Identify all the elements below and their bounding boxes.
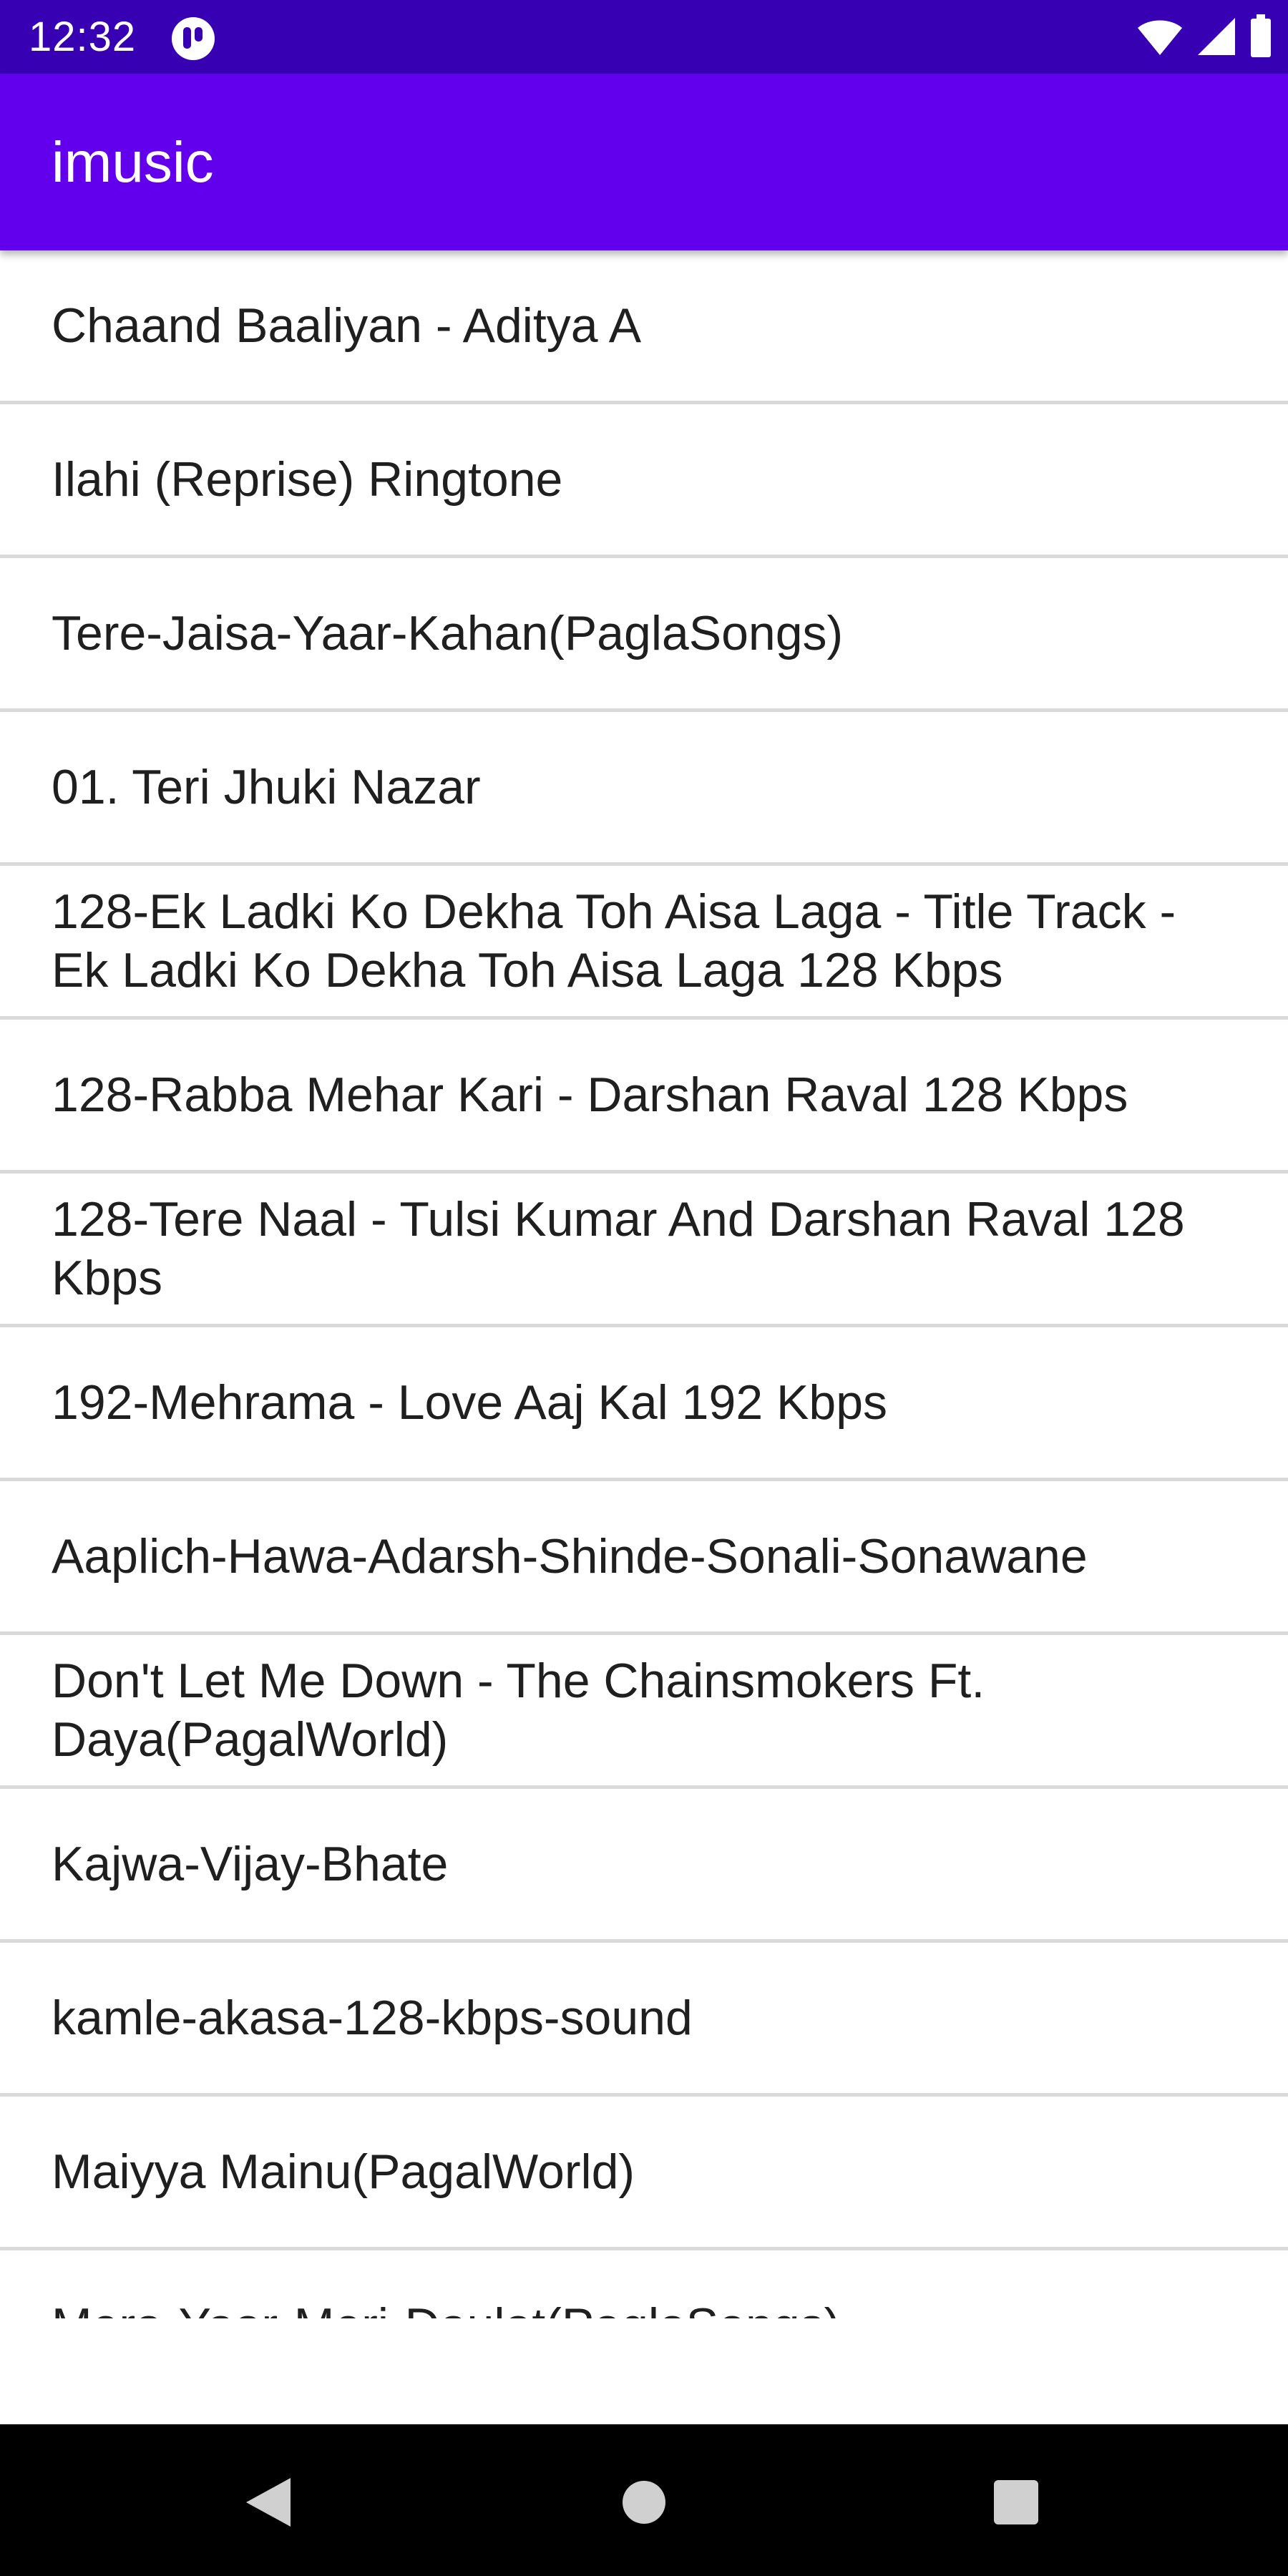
song-title: 01. Teri Jhuki Nazar [52,760,481,814]
recents-button[interactable] [977,2464,1055,2543]
song-item[interactable]: Tere-Jaisa-Yaar-Kahan(PaglaSongs) [0,558,1288,712]
song-title: 128-Tere Naal - Tulsi Kumar And Darshan … [52,1192,1185,1305]
navigation-bar [0,2424,1288,2576]
song-item[interactable]: Chaand Baaliyan - Aditya A [0,250,1288,404]
song-title: Mera-Yaar-Meri-Daulat(PaglaSongs) [52,2296,1196,2318]
song-item[interactable]: kamle-akasa-128-kbps-sound [0,1943,1288,2097]
song-title: Ilahi (Reprise) Ringtone [52,452,563,507]
status-icons [1136,14,1272,62]
back-button[interactable] [229,2464,308,2543]
back-icon [243,2475,293,2533]
song-item[interactable]: Ilahi (Reprise) Ringtone [0,404,1288,558]
wifi-icon [1136,16,1184,60]
recents-icon [992,2479,1040,2529]
song-item[interactable]: 01. Teri Jhuki Nazar [0,712,1288,866]
song-title: 192-Mehrama - Love Aaj Kal 192 Kbps [52,1375,888,1430]
battery-icon [1249,14,1272,62]
song-item[interactable]: 128-Ek Ladki Ko Dekha Toh Aisa Laga - Ti… [0,866,1288,1020]
song-item[interactable]: Mera-Yaar-Meri-Daulat(PaglaSongs) [0,2250,1288,2318]
song-title: Tere-Jaisa-Yaar-Kahan(PaglaSongs) [52,606,844,660]
song-title: kamle-akasa-128-kbps-sound [52,1991,693,2045]
song-item[interactable]: 192-Mehrama - Love Aaj Kal 192 Kbps [0,1327,1288,1481]
song-item[interactable]: Aaplich-Hawa-Adarsh-Shinde-Sonali-Sonawa… [0,1481,1288,1635]
song-item[interactable]: Don't Let Me Down - The Chainsmokers Ft.… [0,1635,1288,1789]
song-title: Aaplich-Hawa-Adarsh-Shinde-Sonali-Sonawa… [52,1529,1088,1584]
song-title: 128-Rabba Mehar Kari - Darshan Raval 128… [52,1068,1128,1122]
cellular-signal-icon [1196,16,1236,60]
song-title: Chaand Baaliyan - Aditya A [52,298,642,353]
song-title: Don't Let Me Down - The Chainsmokers Ft.… [52,1654,985,1767]
app-title: imusic [52,130,214,194]
song-item[interactable]: Maiyya Mainu(PagalWorld) [0,2097,1288,2250]
song-title: Maiyya Mainu(PagalWorld) [52,2145,635,2199]
screen: 12:32 imusic Chaand Baaliyan - Aditya A … [0,0,1288,2576]
song-title: Kajwa-Vijay-Bhate [52,1837,449,1891]
song-title: 128-Ek Ladki Ko Dekha Toh Aisa Laga - Ti… [52,884,1176,997]
song-list[interactable]: Chaand Baaliyan - Aditya A Ilahi (Repris… [0,250,1288,2318]
status-bar: 12:32 [0,0,1288,74]
app-notification-icon [170,16,216,62]
song-item[interactable]: 128-Tere Naal - Tulsi Kumar And Darshan … [0,1174,1288,1327]
home-button[interactable] [605,2464,683,2543]
app-bar: imusic [0,74,1288,250]
song-item[interactable]: Kajwa-Vijay-Bhate [0,1789,1288,1943]
status-time: 12:32 [29,14,137,60]
home-icon [622,2480,666,2528]
song-item[interactable]: 128-Rabba Mehar Kari - Darshan Raval 128… [0,1020,1288,1174]
